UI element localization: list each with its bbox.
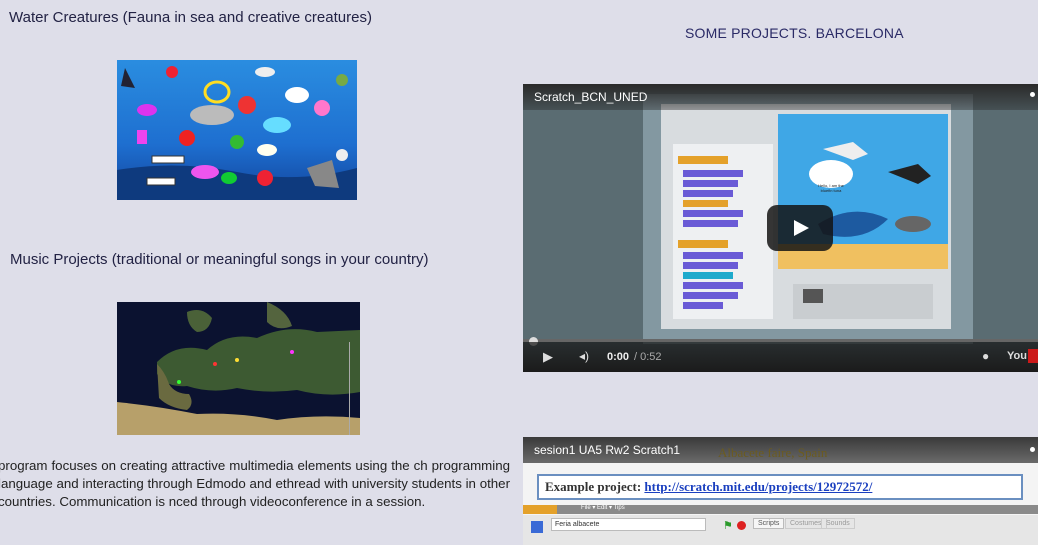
tab-scripts[interactable]: Scripts — [753, 518, 785, 529]
scratch-menu[interactable]: File ▾ Edit ▾ Tips — [581, 504, 625, 511]
music-projects-title: Music Projects (traditional or meaningfu… — [10, 251, 429, 268]
youtube-logo-mark — [1028, 349, 1038, 363]
water-creatures-image[interactable] — [117, 60, 357, 200]
stop-icon[interactable] — [737, 521, 746, 530]
time-current: 0:00 — [607, 351, 630, 363]
watch-later-icon[interactable]: ● — [982, 349, 989, 363]
speech-bubble: Hello, I am the bluefin tuna — [818, 183, 844, 193]
video-player-albacete[interactable]: sesion1 UA5 Rw2 Scratch1 Albacete faire,… — [523, 437, 1038, 545]
example-project-box: Example project: http://scratch.mit.edu/… — [537, 474, 1023, 500]
share-icon-2[interactable] — [1030, 447, 1035, 452]
share-icon[interactable] — [1030, 92, 1035, 97]
tab-sounds[interactable]: Sounds — [821, 518, 855, 529]
play-icon[interactable] — [767, 205, 833, 251]
youtube-logo[interactable]: You — [1007, 350, 1027, 362]
volume-icon[interactable]: ◂) — [579, 349, 589, 363]
time-total: / 0:52 — [634, 351, 662, 363]
video-title[interactable]: Scratch_BCN_UNED — [523, 84, 1038, 110]
video-player-barcelona[interactable]: Scratch_BCN_UNED Hello, I am the bluefin… — [523, 84, 1038, 372]
projects-heading: SOME PROJECTS. BARCELONA — [685, 25, 904, 41]
scratch-toolbar: Feria albacete ⚑ Scripts Costumes Sounds — [523, 515, 1038, 545]
scratch-menu-bar: File ▾ Edit ▾ Tips — [523, 505, 1038, 514]
project-name-field[interactable]: Feria albacete — [551, 518, 706, 531]
play-small-icon[interactable]: ▶ — [543, 349, 553, 365]
green-flag-icon[interactable]: ⚑ — [723, 519, 733, 532]
video2-overlay-text: Albacete faire, Spain — [718, 445, 828, 460]
scratch-logo — [523, 505, 557, 514]
example-project-link[interactable]: http://scratch.mit.edu/projects/12972572… — [644, 479, 872, 494]
water-creatures-title: Water Creatures (Fauna in sea and creati… — [9, 9, 372, 26]
stage-icon[interactable] — [531, 521, 543, 533]
europe-map-image[interactable] — [117, 302, 360, 435]
program-description: program focuses on creating attractive m… — [0, 458, 510, 509]
example-label: Example project: — [545, 479, 642, 494]
video-controls: ▶ ◂) 0:00 / 0:52 ● You — [523, 342, 1038, 372]
